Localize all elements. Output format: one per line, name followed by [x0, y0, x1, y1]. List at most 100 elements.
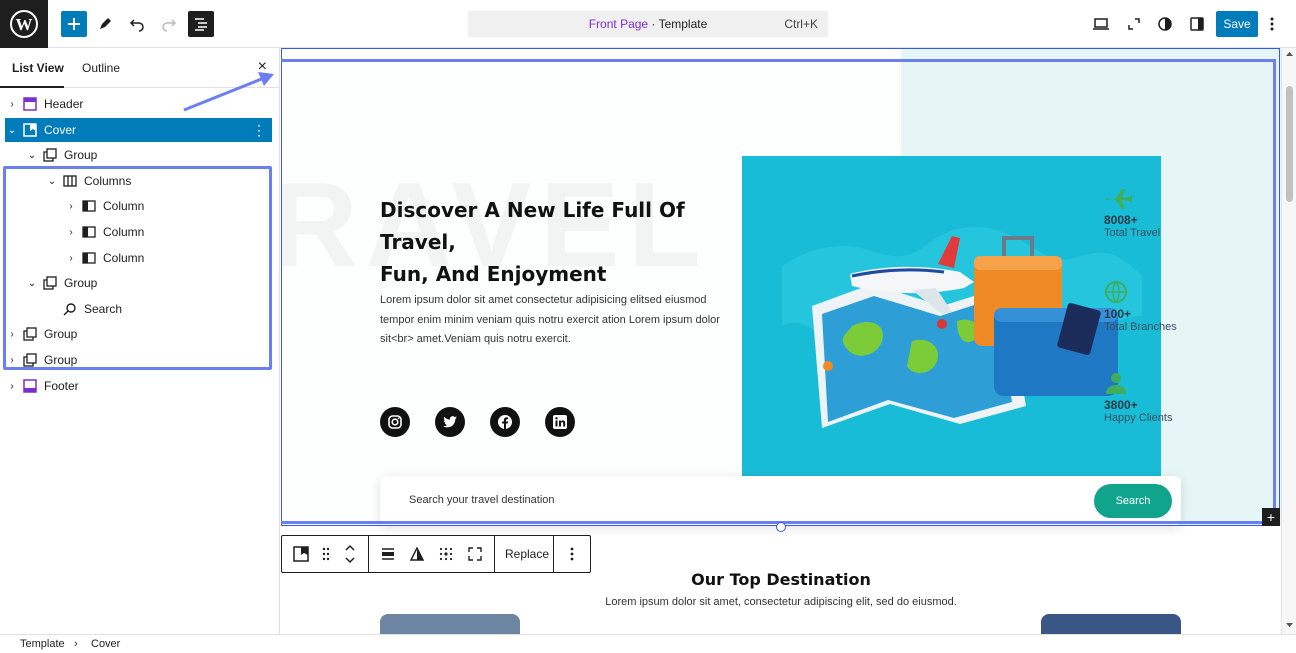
align-full-icon[interactable] [380, 546, 396, 562]
settings-sidebar-icon[interactable] [1184, 11, 1210, 37]
scroll-up-icon[interactable] [1285, 51, 1294, 57]
group-icon [42, 276, 58, 290]
list-item-column[interactable]: › Column [0, 194, 272, 218]
group-icon [22, 327, 38, 341]
stat-label: Happy Clients [1104, 412, 1173, 424]
pencil-icon[interactable] [92, 11, 118, 37]
chevron-right-icon[interactable]: › [65, 201, 77, 212]
list-item-column[interactable]: › Column [0, 220, 272, 244]
chevron-right-icon[interactable]: › [6, 355, 18, 366]
tab-outline[interactable]: Outline [82, 61, 120, 75]
breadcrumb-item[interactable]: Cover [91, 638, 120, 650]
move-up-down-icon[interactable] [342, 541, 358, 567]
scroll-thumb[interactable] [1286, 86, 1293, 202]
list-item-footer[interactable]: › Footer [0, 374, 272, 398]
redo-icon[interactable] [156, 11, 182, 37]
list-item-group[interactable]: ⌄ Group [0, 143, 272, 167]
editor-canvas: RAVEL Discover A New Life Full Of Travel… [281, 48, 1281, 634]
section-heading: Our Top Destination [691, 570, 871, 589]
block-options-icon[interactable] [564, 546, 580, 562]
list-item-group[interactable]: › Group [0, 322, 272, 346]
twitter-icon[interactable] [435, 407, 465, 437]
social-links [380, 407, 575, 437]
canvas-scrollbar[interactable] [1281, 48, 1296, 634]
list-item-columns[interactable]: ⌄ Columns [0, 169, 272, 193]
toolbar-group-replace: Replace [495, 536, 554, 572]
save-button[interactable]: Save [1216, 11, 1258, 37]
column-icon [81, 199, 97, 213]
cover-block[interactable]: RAVEL Discover A New Life Full Of Travel… [281, 48, 1281, 526]
list-item-cover[interactable]: ⌄ Cover ⋮ [5, 118, 272, 142]
paragraph-line: Lorem ipsum dolor sit amet consectetur a… [380, 294, 707, 306]
wordpress-logo-icon[interactable]: W [0, 0, 48, 48]
column-icon [81, 251, 97, 265]
tab-list-view[interactable]: List View [12, 61, 64, 75]
destination-card-image [1041, 614, 1181, 634]
list-item-group[interactable]: ⌄ Group [0, 271, 272, 295]
paragraph-line: tempor enim minim veniam quis notru exer… [380, 313, 720, 346]
stat-number: 3800+ [1104, 398, 1138, 412]
list-item-group[interactable]: › Group [0, 348, 272, 372]
desktop-preview-icon[interactable] [1088, 11, 1114, 37]
linkedin-icon[interactable] [545, 407, 575, 437]
annotation-arrow [183, 72, 274, 112]
hero-paragraph: Lorem ipsum dolor sit amet consectetur a… [380, 291, 725, 350]
list-item-label: Column [103, 225, 145, 239]
document-overview-button[interactable] [188, 11, 214, 37]
list-item-label: Cover [44, 123, 77, 137]
command-palette-bar[interactable]: Front Page · Template Ctrl+K [468, 11, 828, 37]
replace-button[interactable]: Replace [505, 547, 549, 561]
list-item-column[interactable]: › Column [0, 246, 272, 270]
stat-number: 100+ [1104, 307, 1132, 321]
column-icon [81, 225, 97, 239]
airplane-icon [1106, 189, 1134, 209]
chevron-right-icon[interactable]: › [65, 253, 77, 264]
add-block-button[interactable] [61, 11, 87, 37]
heading-line: Discover A New Life Full Of Travel, [380, 198, 685, 254]
chevron-right-icon[interactable]: › [65, 227, 77, 238]
styles-icon[interactable] [1152, 11, 1178, 37]
drag-handle-icon[interactable] [318, 546, 334, 562]
duotone-icon[interactable] [409, 546, 425, 562]
chevron-down-icon[interactable]: ⌄ [26, 278, 38, 289]
list-view-sidebar: List View Outline × › Header ⌄ Cover ⋮ ⌄… [0, 48, 280, 634]
list-item-label: Column [103, 251, 145, 265]
section-subtitle: Lorem ipsum dolor sit amet, consectetur … [605, 596, 957, 608]
facebook-icon[interactable] [490, 407, 520, 437]
breadcrumb-separator-icon: › [74, 638, 78, 650]
cover-block-icon[interactable] [293, 546, 309, 562]
list-item-search[interactable]: › Search [0, 297, 272, 321]
position-grid-icon[interactable] [438, 546, 454, 562]
instagram-icon[interactable] [380, 407, 410, 437]
stat-number: 8008+ [1104, 213, 1138, 227]
chevron-down-icon[interactable]: ⌄ [26, 150, 38, 161]
full-height-icon[interactable] [467, 546, 483, 562]
active-tab-indicator [0, 86, 64, 88]
resize-handle[interactable] [776, 522, 786, 532]
list-item-label: Footer [44, 379, 79, 393]
add-block-inserter-icon[interactable]: + [1262, 508, 1280, 526]
scroll-down-icon[interactable] [1285, 622, 1294, 628]
chevron-down-icon[interactable]: ⌄ [6, 125, 18, 136]
undo-icon[interactable] [124, 11, 150, 37]
options-menu-icon[interactable] [1264, 11, 1280, 37]
fullscreen-icon[interactable] [1121, 11, 1147, 37]
chevron-right-icon[interactable]: › [6, 329, 18, 340]
chevron-right-icon[interactable]: › [6, 381, 18, 392]
search-input[interactable]: Search your travel destination [409, 494, 555, 506]
search-button[interactable]: Search [1094, 484, 1172, 518]
search-icon [62, 302, 78, 316]
chevron-down-icon[interactable]: ⌄ [46, 176, 58, 187]
chevron-right-icon[interactable]: › [6, 99, 18, 110]
heading-line: Fun, And Enjoyment [380, 262, 607, 286]
globe-icon [1105, 281, 1127, 303]
list-item-label: Group [64, 148, 98, 162]
block-options-icon[interactable]: ⋮ [252, 122, 266, 139]
breadcrumb-item[interactable]: Template [20, 638, 65, 650]
list-item-label: Group [44, 327, 78, 341]
shortcut-hint: Ctrl+K [784, 17, 818, 31]
list-item-label: Group [44, 353, 78, 367]
cover-icon [22, 123, 38, 137]
block-breadcrumb: Template › Cover [0, 634, 1296, 653]
page-title: Front Page [588, 17, 649, 31]
